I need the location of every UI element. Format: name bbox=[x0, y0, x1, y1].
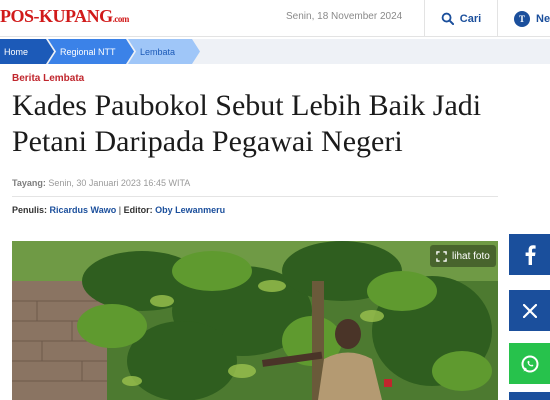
article-title: Kades Paubokol Sebut Lebih Baik Jadi Pet… bbox=[12, 88, 547, 160]
share-facebook-button[interactable] bbox=[509, 234, 550, 275]
breadcrumb-lembata[interactable]: Lembata bbox=[128, 39, 200, 64]
share-x-button[interactable] bbox=[509, 290, 550, 331]
editor-label: Editor: bbox=[123, 205, 153, 215]
editor-link[interactable]: Oby Lewanmeru bbox=[155, 205, 225, 215]
article-title-line-2: Petani Daripada Pegawai Negeri bbox=[12, 125, 403, 158]
network-button[interactable]: T Net bbox=[498, 0, 550, 37]
article-photo-illustration bbox=[12, 241, 498, 400]
article-photo[interactable] bbox=[12, 241, 498, 400]
network-label: Net bbox=[536, 12, 550, 25]
publish-date: Senin, 30 Januari 2023 16:45 WITA bbox=[48, 178, 191, 188]
search-icon bbox=[441, 12, 454, 25]
logo-text: POS-KUPANG bbox=[0, 6, 113, 26]
share-whatsapp-button[interactable] bbox=[509, 343, 550, 384]
search-button[interactable]: Cari bbox=[425, 0, 497, 37]
expand-icon bbox=[436, 250, 447, 262]
writer-label: Penulis: bbox=[12, 205, 48, 215]
article-title-line-1: Kades Paubokol Sebut Lebih Baik Jadi bbox=[12, 89, 482, 122]
share-more-button[interactable] bbox=[509, 392, 550, 400]
breadcrumb: Home Regional NTT Lembata bbox=[0, 39, 550, 64]
facebook-icon bbox=[525, 244, 536, 265]
top-header: POS-KUPANG.com Senin, 18 November 2024 C… bbox=[0, 0, 550, 37]
whatsapp-icon bbox=[521, 355, 538, 372]
publish-label: Tayang: bbox=[12, 178, 46, 188]
publish-info: Tayang: Senin, 30 Januari 2023 16:45 WIT… bbox=[12, 178, 190, 188]
view-photo-label: lihat foto bbox=[452, 250, 490, 262]
search-label: Cari bbox=[459, 12, 482, 25]
article-category[interactable]: Berita Lembata bbox=[12, 73, 84, 84]
network-logo-icon: T bbox=[514, 10, 530, 27]
x-icon bbox=[522, 303, 537, 318]
article-credits: Penulis: Ricardus Wawo | Editor: Oby Lew… bbox=[12, 205, 225, 215]
site-logo[interactable]: POS-KUPANG.com bbox=[0, 6, 129, 30]
view-photo-button[interactable]: lihat foto bbox=[430, 245, 496, 267]
breadcrumb-home[interactable]: Home bbox=[0, 39, 54, 64]
logo-suffix: .com bbox=[112, 14, 130, 24]
credits-separator: | bbox=[118, 205, 122, 215]
header-date: Senin, 18 November 2024 bbox=[286, 11, 403, 22]
divider bbox=[12, 196, 498, 197]
breadcrumb-regional-ntt[interactable]: Regional NTT bbox=[48, 39, 134, 64]
writer-link[interactable]: Ricardus Wawo bbox=[50, 205, 117, 215]
